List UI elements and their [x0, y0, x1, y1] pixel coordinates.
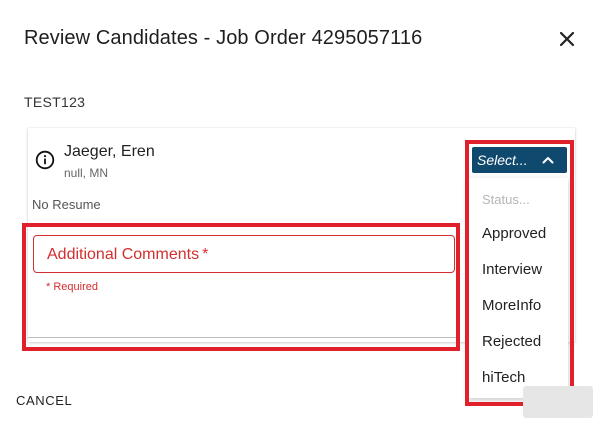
review-candidates-dialog: Review Candidates - Job Order 4295057116… [0, 0, 600, 425]
resume-status: No Resume [32, 197, 101, 212]
required-asterisk: * [202, 246, 209, 263]
status-option-hitech[interactable]: hiTech [482, 369, 525, 386]
status-dropdown-menu: Status... Approved Interview MoreInfo Re… [468, 178, 568, 398]
status-option-moreinfo[interactable]: MoreInfo [482, 297, 541, 314]
status-option-placeholder: Status... [482, 192, 530, 207]
status-select-button[interactable]: Select... [472, 147, 567, 173]
dialog-title: Review Candidates - Job Order 4295057116 [24, 27, 423, 49]
job-order-name: TEST123 [24, 94, 86, 110]
additional-comments-label: Additional Comments * [47, 246, 209, 263]
info-icon[interactable] [35, 150, 55, 170]
status-option-interview[interactable]: Interview [482, 261, 542, 278]
status-option-approved[interactable]: Approved [482, 225, 546, 242]
status-option-rejected[interactable]: Rejected [482, 333, 541, 350]
candidate-name: Jaeger, Eren [64, 143, 155, 160]
candidate-location: null, MN [64, 166, 109, 180]
comments-text-area[interactable] [28, 298, 458, 338]
additional-comments-field[interactable]: Additional Comments * [33, 235, 455, 273]
cancel-button[interactable]: CANCEL [16, 393, 72, 408]
close-icon[interactable] [556, 28, 578, 50]
submit-button[interactable] [523, 386, 593, 418]
status-select-value: Select... [477, 152, 528, 168]
required-error-text: * Required [46, 281, 98, 293]
chevron-up-icon [542, 157, 554, 164]
